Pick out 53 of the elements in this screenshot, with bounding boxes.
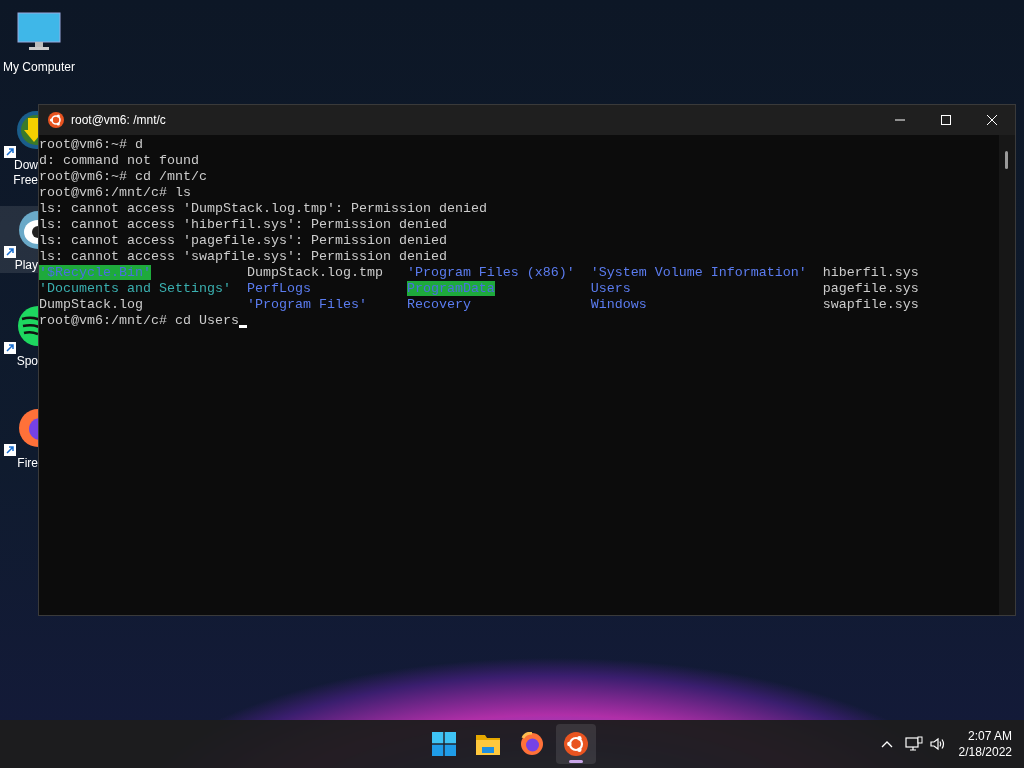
shortcut-arrow-icon bbox=[4, 246, 16, 258]
clock[interactable]: 2:07 AM 2/18/2022 bbox=[958, 728, 1012, 760]
terminal-line: d: command not found bbox=[39, 153, 199, 169]
shortcut-arrow-icon bbox=[4, 146, 16, 158]
file-entry: 'Documents and Settings' bbox=[39, 281, 231, 296]
shortcut-label: Free bbox=[13, 173, 38, 188]
shortcut-arrow-icon bbox=[4, 342, 16, 354]
terminal-line: ls: cannot access 'DumpStack.log.tmp': Permission denied bbox=[39, 201, 487, 217]
shortcut-label: Play bbox=[14, 258, 38, 273]
network-icon[interactable] bbox=[904, 736, 923, 752]
file-entry: 'System Volume Information' bbox=[590, 265, 807, 280]
volume-icon[interactable] bbox=[928, 736, 947, 752]
chevron-up-icon bbox=[880, 740, 893, 748]
file-entry: '$Recycle.Bin' bbox=[39, 265, 151, 280]
maximize-icon bbox=[941, 115, 951, 125]
ubuntu-icon bbox=[564, 732, 588, 756]
terminal-line: ls: cannot access 'swapfile.sys': Permission denied bbox=[39, 249, 447, 265]
file-entry: hiberfil.sys bbox=[822, 265, 919, 280]
file-entry: DumpStack.log.tmp bbox=[246, 265, 383, 280]
clock-date: 2/18/2022 bbox=[958, 744, 1012, 760]
clock-time: 2:07 AM bbox=[967, 728, 1012, 744]
terminal-line: root@vm6:~# cd /mnt/c bbox=[39, 169, 207, 185]
file-entry: Recovery bbox=[406, 297, 471, 312]
browser-icon bbox=[520, 732, 544, 756]
shortcut-label: Dow bbox=[14, 158, 38, 173]
file-entry: swapfile.sys bbox=[822, 297, 919, 312]
file-entry: DumpStack.log bbox=[39, 297, 143, 312]
shortcut-label: Spo bbox=[16, 354, 38, 369]
windows-logo-icon bbox=[432, 732, 456, 756]
file-entry: 'Program Files' bbox=[246, 297, 367, 312]
shortcut-arrow-icon bbox=[4, 444, 16, 456]
file-entry: pagefile.sys bbox=[822, 281, 919, 296]
window-title: root@vm6: /mnt/c bbox=[71, 112, 166, 129]
shortcut-label: Fire bbox=[17, 456, 38, 471]
desktop-shortcut[interactable]: My Computer bbox=[0, 8, 78, 75]
terminal-line: ls: cannot access 'pagefile.sys': Permission denied bbox=[39, 233, 447, 249]
folder-icon bbox=[476, 733, 500, 755]
file-entry: 'Program Files (x86)' bbox=[406, 265, 575, 280]
terminal-line: root@vm6:~# d bbox=[39, 137, 143, 153]
terminal-line: root@vm6:/mnt/c# cd Users bbox=[39, 313, 239, 329]
monitor-icon bbox=[17, 12, 61, 52]
close-icon bbox=[987, 115, 997, 125]
scrollbar-thumb[interactable] bbox=[1005, 151, 1008, 169]
ubuntu-icon bbox=[48, 112, 64, 128]
terminal-line: ls: cannot access 'hiberfil.sys': Permission denied bbox=[39, 217, 447, 233]
file-entry: PerfLogs bbox=[246, 281, 311, 296]
terminal-line: root@vm6:/mnt/c# ls bbox=[39, 185, 191, 201]
terminal-taskbar-button[interactable] bbox=[556, 724, 596, 764]
file-entry: Windows bbox=[590, 297, 647, 312]
shortcut-label: My Computer bbox=[3, 60, 75, 75]
file-entry: ProgramData bbox=[406, 281, 495, 296]
scrollbar[interactable] bbox=[999, 135, 1015, 615]
file-entry: Users bbox=[590, 281, 631, 296]
